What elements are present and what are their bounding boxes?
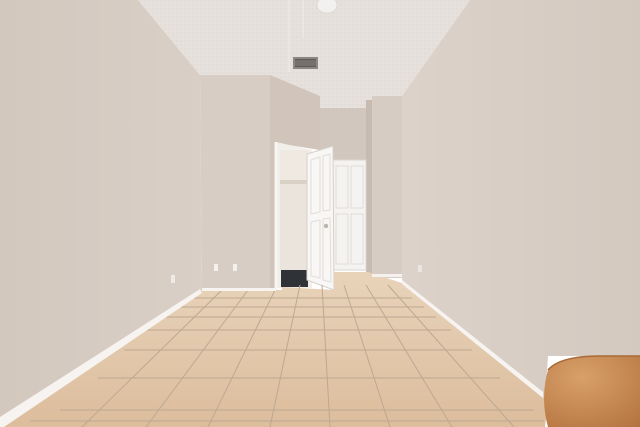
back-wall-right-column (366, 96, 402, 278)
wooden-table-edge (544, 355, 640, 427)
open-white-door (306, 145, 335, 291)
air-vent (293, 57, 318, 69)
room-photo (0, 0, 640, 427)
door-knob (323, 223, 329, 229)
back-closed-door (331, 159, 367, 271)
